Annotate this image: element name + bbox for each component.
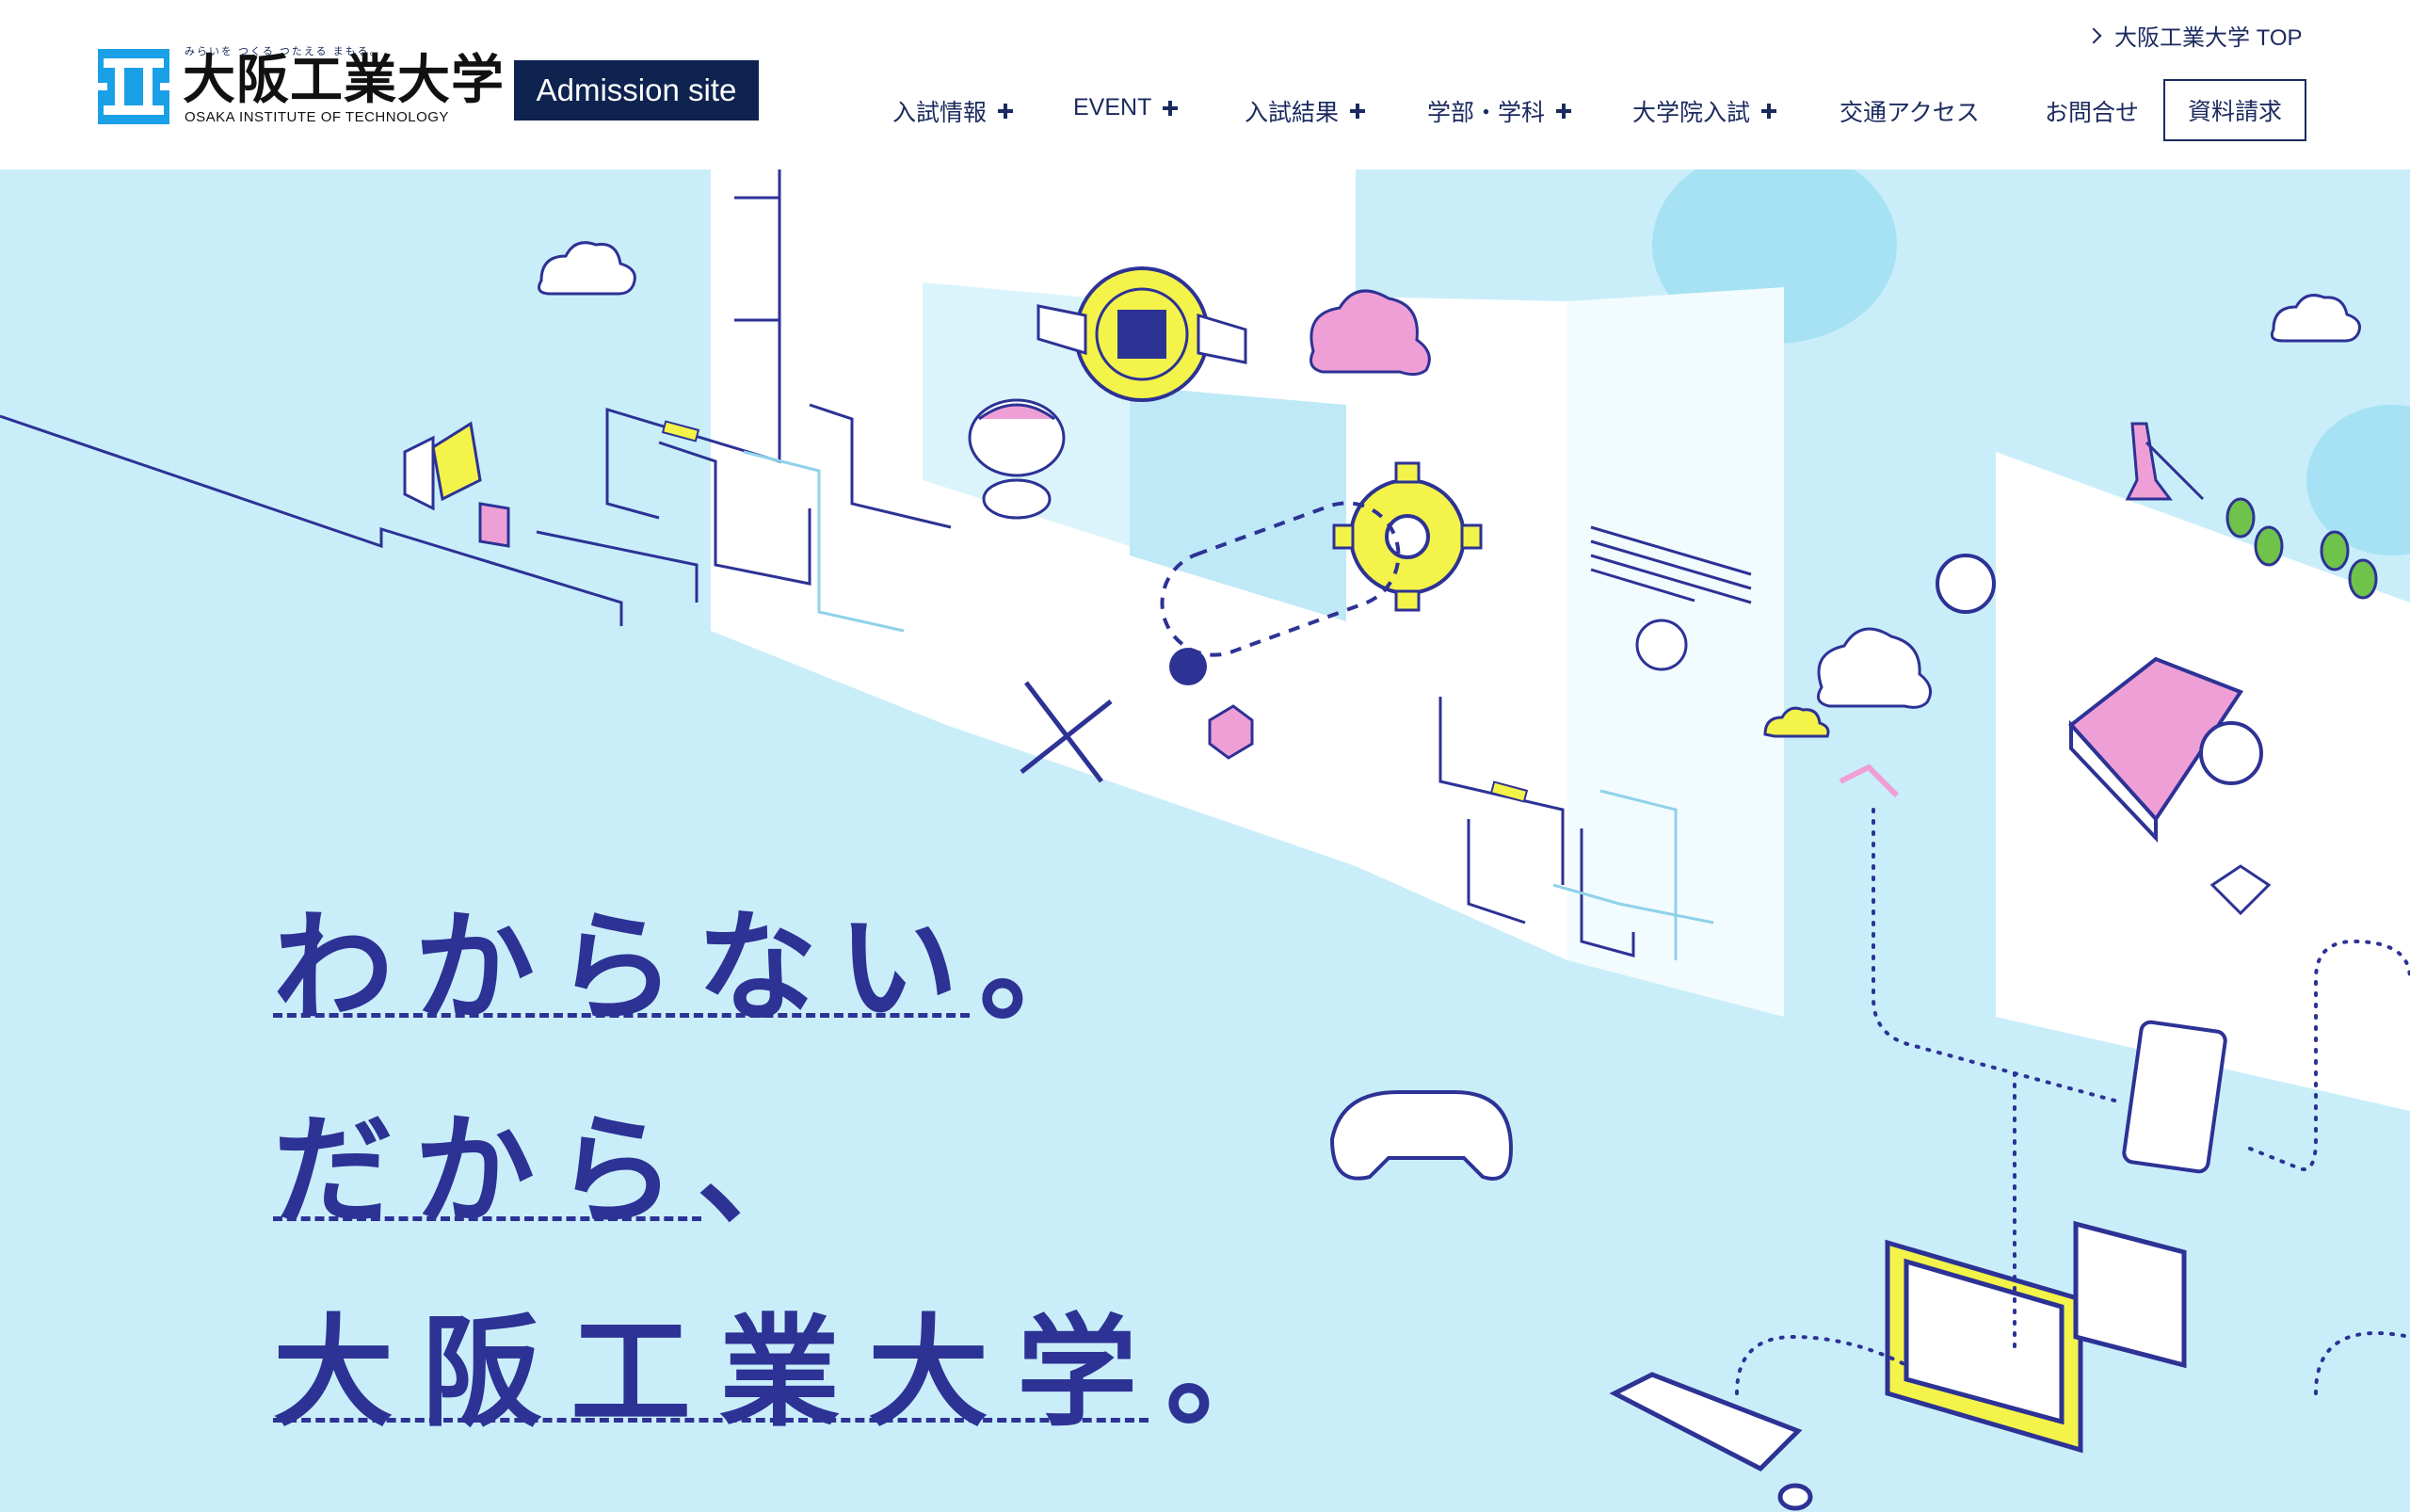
nav-item-access[interactable]: 交通アクセス [1840,94,1980,128]
nav-label: 大学院入試 [1632,100,1751,126]
nav-label: 学部・学科 [1427,100,1546,126]
nav-item-exam-results[interactable]: 入試結果 [1245,94,1366,128]
admission-site-badge[interactable]: Admission site [514,60,759,121]
plus-icon [998,104,1014,119]
headline-underline-2 [273,1216,701,1221]
hero-headline-line3: 大阪工業大学。 [273,1303,1315,1443]
oit-logo-icon [98,49,169,124]
plus-icon [1761,104,1777,119]
nav-label: 入試結果 [1245,100,1340,126]
university-logo[interactable]: みらいを つくる つたえる まもる。 大阪工業大学 OSAKA INSTITUT… [98,43,504,128]
hero-illustration: わからない。 だから、 大阪工業大学。 [0,169,2410,1512]
hero-headline-line1: わからない。 [273,898,1121,1038]
university-top-link[interactable]: 大阪工業大学 TOP [2085,19,2303,52]
nav-item-faculties[interactable]: 学部・学科 [1427,94,1572,128]
plus-icon [1350,104,1366,119]
nav-item-exam-info[interactable]: 入試情報 [892,94,1014,128]
logo-name: 大阪工業大学 [183,50,505,111]
plus-icon [1163,100,1179,116]
headline-underline-1 [273,1013,970,1018]
logo-name-en: OSAKA INSTITUTE OF TECHNOLOGY [185,109,449,125]
chevron-right-icon [2085,27,2102,43]
nav-item-graduate-exam[interactable]: 大学院入試 [1632,94,1777,128]
nav-item-contact[interactable]: お問合せ [2045,94,2139,128]
university-top-label: 大阪工業大学 TOP [2114,25,2303,51]
request-materials-button[interactable]: 資料請求 [2163,79,2306,141]
nav-label: 交通アクセス [1840,100,1980,126]
plus-icon [1556,104,1572,119]
nav-label: お問合せ [2045,100,2140,126]
nav-item-event[interactable]: EVENT [1073,94,1179,121]
nav-label: 入試情報 [892,100,988,126]
headline-underline-3 [273,1418,1149,1423]
site-header: みらいを つくる つたえる まもる。 大阪工業大学 OSAKA INSTITUT… [0,0,2410,169]
nav-label: EVENT [1073,94,1152,121]
hero-headline-line2: だから、 [273,1102,839,1242]
